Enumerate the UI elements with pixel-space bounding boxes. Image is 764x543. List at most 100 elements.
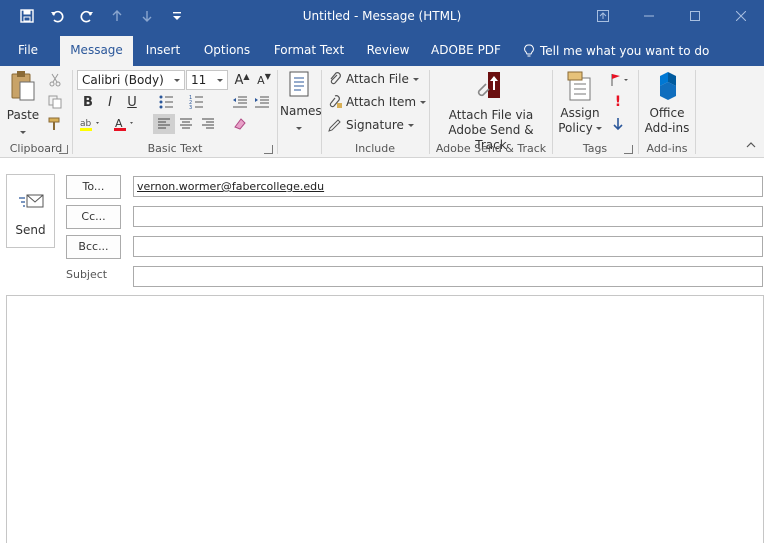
include-group-label: Include <box>354 142 396 155</box>
adobe-button-line1: Attach File via <box>448 108 534 122</box>
to-button[interactable]: To... <box>66 175 121 199</box>
customize-icon[interactable] <box>162 0 192 32</box>
attach-file-label: Attach File <box>346 72 409 86</box>
include-group: Attach File Attach Item Signature Includ… <box>322 66 428 158</box>
basic-text-launcher-icon[interactable] <box>264 145 273 154</box>
high-importance-icon[interactable]: ! <box>607 92 629 112</box>
paste-button[interactable]: Paste <box>4 70 42 138</box>
save-icon[interactable] <box>12 0 42 32</box>
assign-policy-label: Policy <box>558 121 593 135</box>
clipboard-launcher-icon[interactable] <box>59 145 68 154</box>
names-label: Names <box>280 104 322 118</box>
font-size-combo[interactable]: 11 <box>186 70 228 90</box>
attach-via-adobe-button[interactable]: Attach File via Adobe Send & Track <box>432 70 550 153</box>
font-name-combo[interactable]: Calibri (Body) <box>77 70 185 90</box>
collapse-ribbon-icon[interactable] <box>746 137 756 151</box>
tab-options[interactable]: Options <box>198 36 256 66</box>
highlight-icon[interactable]: ab <box>77 114 105 134</box>
names-dropdown-icon <box>296 127 302 130</box>
format-painter-icon[interactable] <box>44 114 66 134</box>
grow-font-icon[interactable]: A ▲ <box>231 70 253 90</box>
address-book-icon <box>289 71 309 97</box>
align-center-icon[interactable] <box>175 114 197 134</box>
tab-file[interactable]: File <box>8 36 48 66</box>
assign-policy-line1: Assign <box>560 106 600 120</box>
attach-item-dropdown-icon <box>420 100 427 104</box>
minimize-icon[interactable] <box>626 0 672 32</box>
adobe-group-label: Adobe Send & Track <box>435 142 547 155</box>
up-arrow-icon[interactable] <box>102 0 132 32</box>
tags-group: Assign Policy ! Tags <box>553 66 637 158</box>
basic-text-group: Calibri (Body) 11 A▲ A▼ B I U 123 ab A <box>73 66 277 158</box>
subject-label: Subject <box>66 268 108 281</box>
font-color-icon[interactable]: A <box>111 114 139 134</box>
follow-up-flag-icon[interactable] <box>607 70 633 90</box>
quick-access-toolbar <box>12 0 192 32</box>
low-importance-icon[interactable] <box>607 114 629 134</box>
attach-file-dropdown-icon <box>412 77 419 81</box>
attach-item-label: Attach Item <box>346 95 417 109</box>
italic-button[interactable]: I <box>99 92 121 112</box>
send-icon <box>19 194 44 208</box>
underline-button[interactable]: U <box>121 92 143 112</box>
redo-icon[interactable] <box>72 0 102 32</box>
maximize-icon[interactable] <box>672 0 718 32</box>
send-button[interactable]: Send <box>6 174 55 248</box>
lightbulb-icon <box>524 44 534 57</box>
message-body[interactable] <box>6 295 764 543</box>
cc-field[interactable] <box>133 206 763 227</box>
assign-policy-button[interactable]: Assign Policy <box>555 70 605 136</box>
addins-group: Office Add-ins Add-ins <box>639 66 695 158</box>
signature-label: Signature <box>346 118 404 132</box>
font-size-dropdown-icon <box>217 79 223 82</box>
send-label: Send <box>15 223 46 237</box>
tell-me-text: Tell me what you want to do <box>540 44 710 58</box>
office-addins-button[interactable]: Office Add-ins <box>641 70 693 136</box>
align-left-icon[interactable] <box>153 114 175 134</box>
increase-indent-icon[interactable] <box>251 92 273 112</box>
tab-format-text[interactable]: Format Text <box>268 36 350 66</box>
cut-icon[interactable] <box>44 70 66 90</box>
shrink-font-icon[interactable]: A ▼ <box>253 70 275 90</box>
tags-launcher-icon[interactable] <box>624 145 633 154</box>
adobe-attach-icon <box>477 72 500 98</box>
ribbon-display-icon[interactable] <box>580 0 626 32</box>
bcc-field[interactable] <box>133 236 763 257</box>
svg-text:ab: ab <box>80 119 92 129</box>
align-right-icon[interactable] <box>197 114 219 134</box>
adobe-send-track-group: Attach File via Adobe Send & Track Adobe… <box>430 66 552 158</box>
tab-review[interactable]: Review <box>362 36 414 66</box>
subject-field[interactable] <box>133 266 763 287</box>
tell-me-box[interactable]: Tell me what you want to do <box>524 36 709 66</box>
cc-button[interactable]: Cc... <box>66 205 121 229</box>
to-field[interactable]: vernon.wormer@fabercollege.edu <box>133 176 763 197</box>
to-recipient[interactable]: vernon.wormer@fabercollege.edu <box>137 180 324 193</box>
address-book-button[interactable]: Names <box>280 70 322 134</box>
names-group: Names <box>278 66 322 158</box>
ribbon-tabs: File Message Insert Options Format Text … <box>0 32 764 66</box>
signature-dropdown-icon <box>407 123 414 127</box>
undo-icon[interactable] <box>42 0 72 32</box>
assign-policy-dropdown-icon <box>595 127 602 130</box>
ribbon-separator <box>695 70 696 154</box>
numbering-icon[interactable]: 123 <box>185 92 211 112</box>
bullets-icon[interactable] <box>155 92 181 112</box>
clipboard-group: Paste Clipboard <box>0 66 72 158</box>
tab-message[interactable]: Message <box>60 36 133 66</box>
tab-adobe-pdf[interactable]: ADOBE PDF <box>426 36 506 66</box>
tab-insert[interactable]: Insert <box>140 36 186 66</box>
assign-policy-line2: Policy <box>558 121 602 136</box>
window-controls <box>580 0 764 32</box>
assign-policy-icon <box>567 71 591 101</box>
copy-icon[interactable] <box>44 92 66 112</box>
clear-formatting-icon[interactable] <box>229 114 251 134</box>
down-arrow-icon[interactable] <box>132 0 162 32</box>
font-dropdown-icon <box>174 79 180 82</box>
signature-button[interactable]: Signature <box>328 118 414 132</box>
bold-button[interactable]: B <box>77 92 99 112</box>
attach-file-button[interactable]: Attach File <box>328 72 419 86</box>
close-icon[interactable] <box>718 0 764 32</box>
decrease-indent-icon[interactable] <box>229 92 251 112</box>
bcc-button[interactable]: Bcc... <box>66 235 121 259</box>
attach-item-button[interactable]: Attach Item <box>328 95 427 109</box>
